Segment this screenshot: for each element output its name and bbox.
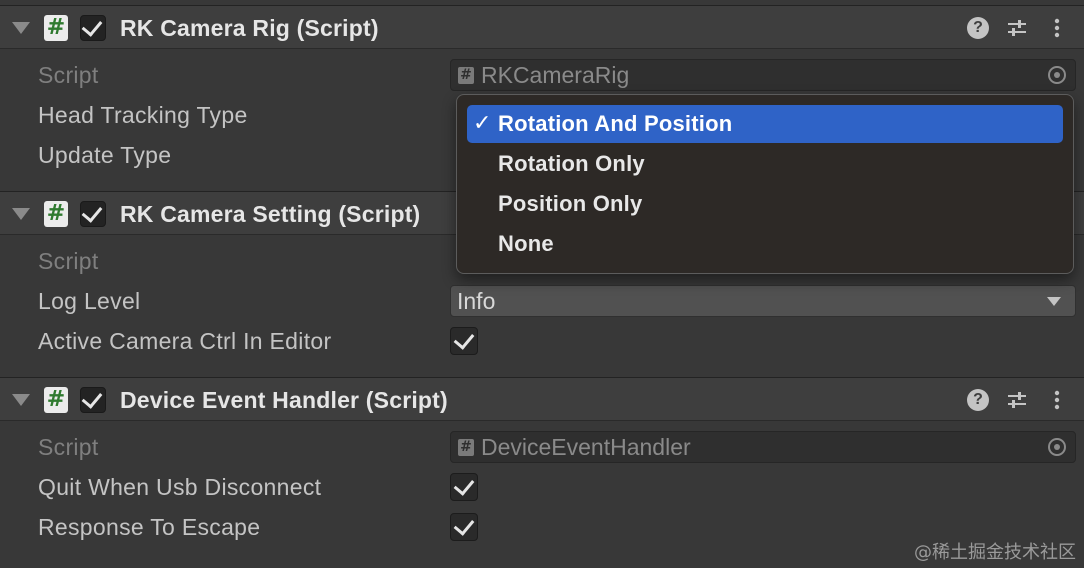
checkmark-icon bbox=[453, 474, 475, 496]
popup-option-label: None bbox=[498, 231, 554, 256]
component-enable-toggle[interactable] bbox=[80, 201, 106, 227]
popup-option-label: Position Only bbox=[498, 191, 643, 216]
help-icon[interactable]: ? bbox=[967, 389, 989, 411]
script-label: Script bbox=[38, 62, 99, 88]
checkmark-icon: ✓ bbox=[473, 111, 492, 136]
popup-option-rotation-only[interactable]: Rotation Only bbox=[467, 145, 1063, 183]
popup-option-none[interactable]: None bbox=[467, 225, 1063, 263]
component-header[interactable]: # RK Camera Rig (Script) ? bbox=[0, 5, 1084, 49]
checkmark-icon bbox=[81, 15, 103, 37]
field-row-script: Script # RKCameraRig bbox=[0, 55, 1084, 95]
component-enable-toggle[interactable] bbox=[80, 387, 106, 413]
field-row-active-camera-ctrl: Active Camera Ctrl In Editor bbox=[0, 321, 1084, 361]
log-level-dropdown[interactable]: Info bbox=[450, 285, 1076, 317]
popup-option-label: Rotation And Position bbox=[498, 111, 733, 136]
kebab-icon[interactable] bbox=[1046, 389, 1068, 411]
watermark: @稀土掘金技术社区 bbox=[914, 542, 1076, 563]
script-object-name: RKCameraRig bbox=[481, 62, 630, 88]
checkmark-icon bbox=[81, 387, 103, 409]
component-header[interactable]: # Device Event Handler (Script) ? bbox=[0, 377, 1084, 421]
quit-when-usb-disconnect-label: Quit When Usb Disconnect bbox=[38, 474, 322, 500]
response-to-escape-label: Response To Escape bbox=[38, 514, 261, 540]
script-icon: # bbox=[44, 201, 68, 227]
update-type-label: Update Type bbox=[38, 142, 172, 168]
sliders-icon[interactable] bbox=[1006, 389, 1028, 411]
script-icon: # bbox=[458, 439, 474, 456]
chevron-down-icon[interactable] bbox=[12, 394, 30, 406]
field-row-log-level: Log Level Info bbox=[0, 281, 1084, 321]
script-icon: # bbox=[458, 67, 474, 84]
script-label: Script bbox=[38, 248, 99, 274]
component-title: RK Camera Setting (Script) bbox=[120, 201, 421, 227]
checkmark-icon bbox=[81, 201, 103, 223]
script-object-field[interactable]: # DeviceEventHandler bbox=[450, 431, 1076, 463]
response-to-escape-checkbox[interactable] bbox=[450, 513, 478, 541]
component-enable-toggle[interactable] bbox=[80, 15, 106, 41]
component-title: RK Camera Rig (Script) bbox=[120, 15, 379, 41]
checkmark-icon bbox=[453, 328, 475, 350]
quit-when-usb-disconnect-checkbox[interactable] bbox=[450, 473, 478, 501]
log-level-value: Info bbox=[457, 288, 496, 314]
chevron-down-icon[interactable] bbox=[12, 208, 30, 220]
kebab-icon[interactable] bbox=[1046, 17, 1068, 39]
script-object-name: DeviceEventHandler bbox=[481, 434, 691, 460]
popup-option-label: Rotation Only bbox=[498, 151, 645, 176]
script-object-field[interactable]: # RKCameraRig bbox=[450, 59, 1076, 91]
component-title: Device Event Handler (Script) bbox=[120, 387, 448, 413]
head-tracking-type-label: Head Tracking Type bbox=[38, 102, 248, 128]
script-icon: # bbox=[44, 15, 68, 41]
chevron-down-icon[interactable] bbox=[12, 22, 30, 34]
checkmark-icon bbox=[453, 514, 475, 536]
active-camera-ctrl-checkbox[interactable] bbox=[450, 327, 478, 355]
dropdown-arrow-icon bbox=[1047, 297, 1061, 306]
help-icon[interactable]: ? bbox=[967, 17, 989, 39]
script-icon: # bbox=[44, 387, 68, 413]
log-level-label: Log Level bbox=[38, 288, 141, 314]
target-icon[interactable] bbox=[1048, 66, 1066, 84]
field-row-quit-when-usb-disconnect: Quit When Usb Disconnect bbox=[0, 467, 1084, 507]
sliders-icon[interactable] bbox=[1006, 17, 1028, 39]
target-icon[interactable] bbox=[1048, 438, 1066, 456]
popup-option-position-only[interactable]: Position Only bbox=[467, 185, 1063, 223]
head-tracking-type-popup-menu: ✓ Rotation And Position Rotation Only Po… bbox=[456, 94, 1074, 274]
field-row-script: Script # DeviceEventHandler bbox=[0, 427, 1084, 467]
component-device-event-handler: # Device Event Handler (Script) ? Script… bbox=[0, 377, 1084, 563]
script-label: Script bbox=[38, 434, 99, 460]
active-camera-ctrl-label: Active Camera Ctrl In Editor bbox=[38, 328, 332, 354]
popup-option-rotation-and-position[interactable]: ✓ Rotation And Position bbox=[467, 105, 1063, 143]
